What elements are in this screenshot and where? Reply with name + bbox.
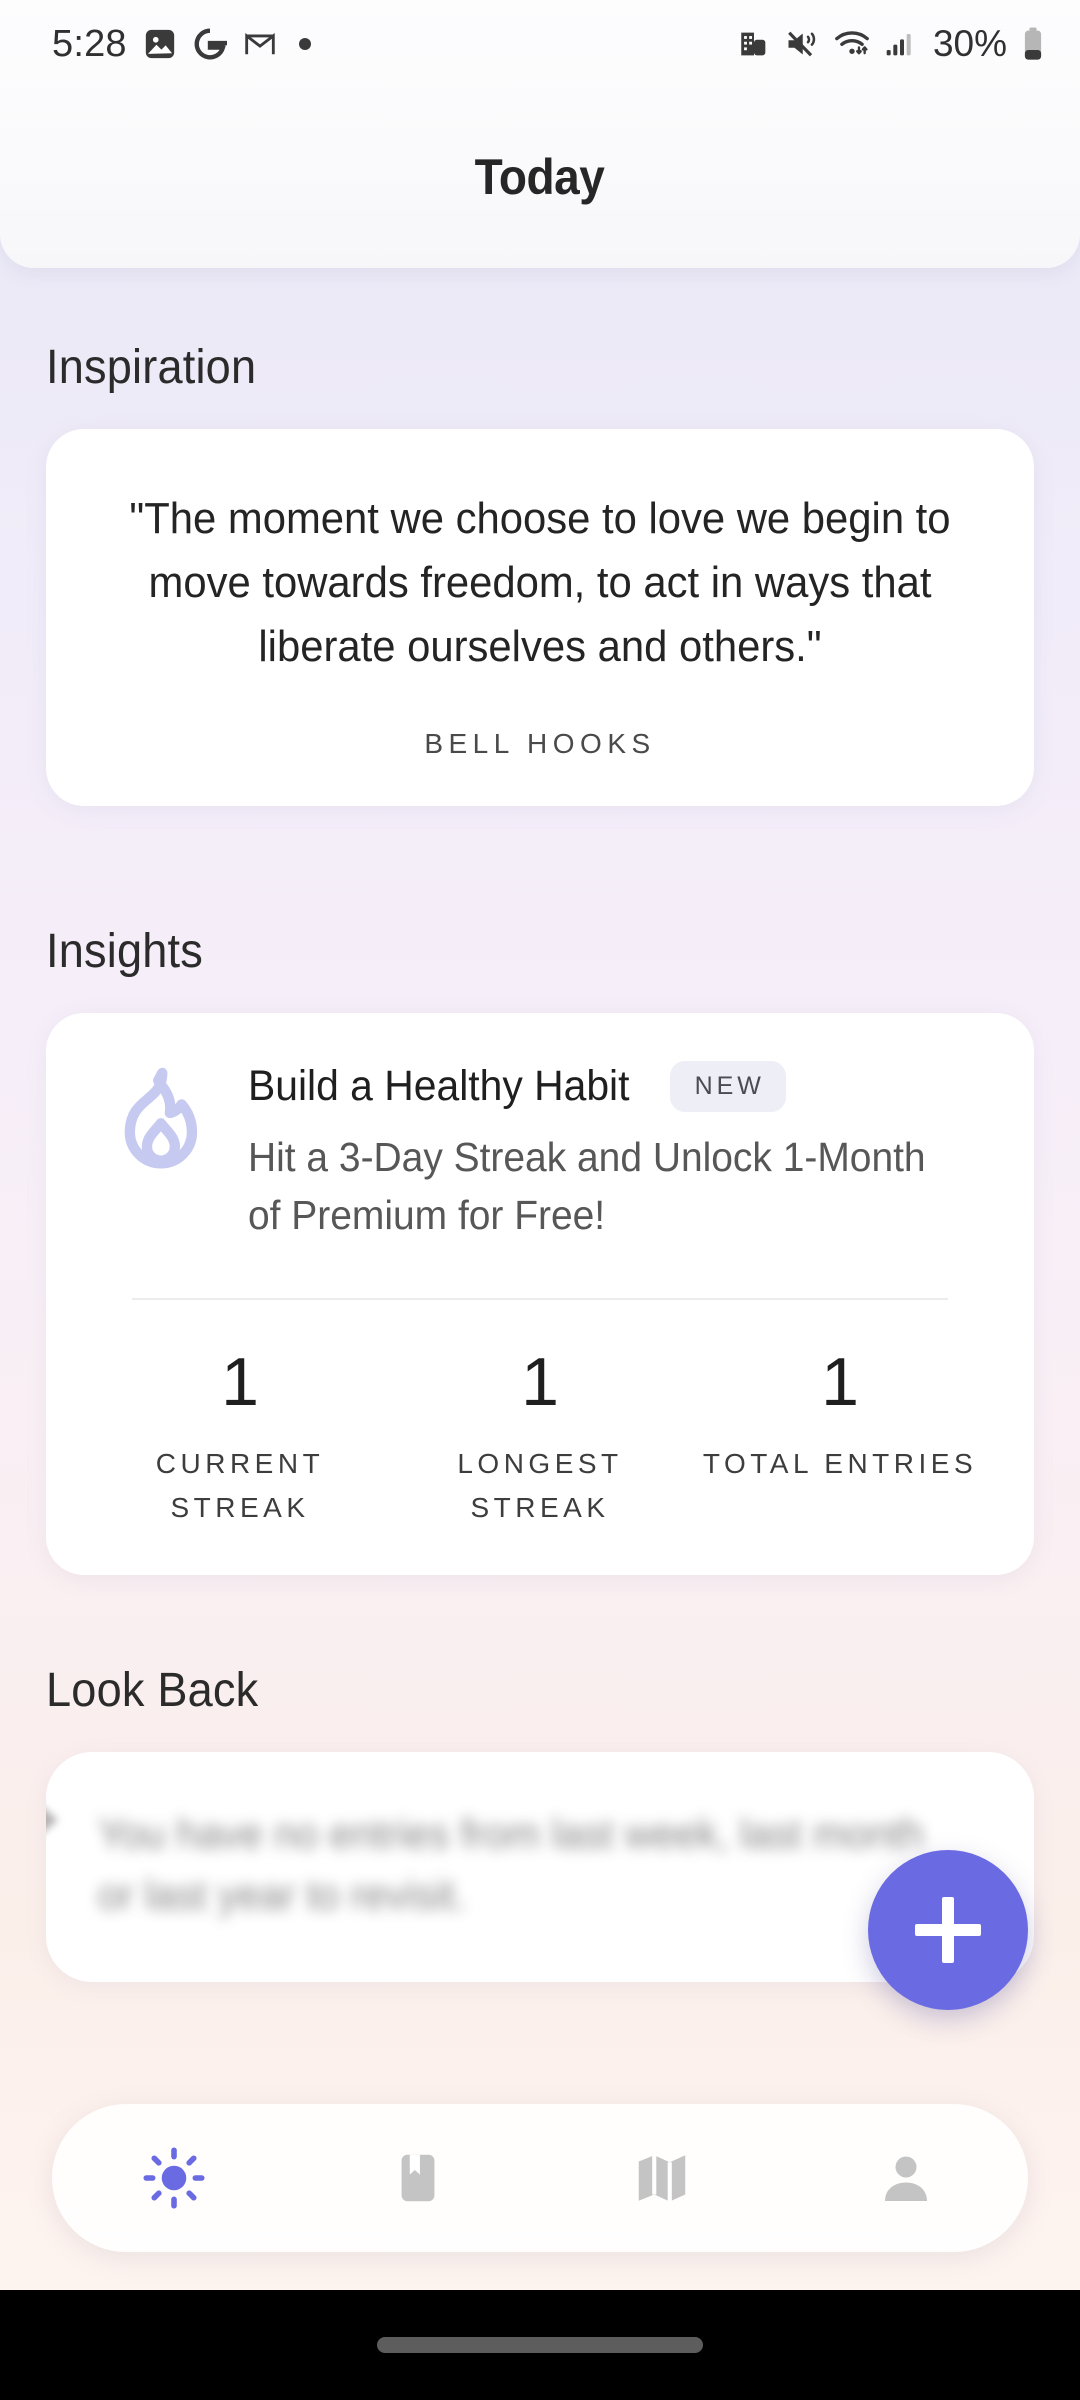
new-badge: NEW — [669, 1060, 786, 1112]
phone-screen: 5:28 30% Today Inspiration "The moment w… — [0, 0, 1080, 2400]
stat-current-streak: 1 CURRENT STREAK — [90, 1348, 390, 1529]
page-title: Today — [475, 149, 605, 205]
insights-title: Build a Healthy Habit — [248, 1061, 630, 1110]
add-entry-fab[interactable] — [868, 1850, 1028, 2010]
stat-value: 1 — [221, 1344, 259, 1421]
stat-longest-streak: 1 LONGEST STREAK — [390, 1348, 690, 1529]
stat-label: TOTAL ENTRIES — [702, 1448, 978, 1480]
insights-title-row: Build a Healthy Habit NEW — [248, 1060, 990, 1112]
stat-label: LONGEST STREAK — [457, 1448, 623, 1523]
inspiration-section-title: Inspiration — [46, 341, 257, 394]
google-icon — [194, 28, 227, 60]
work-profile-icon — [741, 32, 766, 56]
quote-text: "The moment we choose to love we begin t… — [129, 494, 951, 672]
photos-icon — [145, 29, 174, 59]
stat-total-entries: 1 TOTAL ENTRIES — [690, 1348, 990, 1529]
flame-icon — [90, 1059, 214, 1190]
section-insights: Insights Build a Healthy Habit NEW Hit a… — [0, 806, 1080, 1575]
insights-subtitle: Hit a 3-Day Streak and Unlock 1-Month of… — [248, 1133, 926, 1238]
plus-icon-vertical — [942, 1897, 954, 1963]
system-gesture-bar — [0, 2290, 1080, 2400]
nav-item-map[interactable] — [540, 2104, 784, 2252]
gmail-icon — [245, 33, 275, 55]
cellular-signal-icon — [886, 34, 911, 56]
person-icon — [885, 2156, 927, 2201]
lookback-section-title: Look Back — [46, 1663, 259, 1717]
bottom-navigation-bar — [52, 2104, 1028, 2252]
section-inspiration: Inspiration "The moment we choose to lov… — [0, 268, 1080, 806]
insights-card-texts: Build a Healthy Habit NEW Hit a 3-Day St… — [248, 1059, 990, 1244]
status-bar-left: 5:28 — [52, 23, 311, 66]
lookback-empty-text: You have no entries from last week, last… — [98, 1809, 924, 1918]
journal-bookmark-icon — [401, 2154, 435, 2202]
chevron-left-icon — [46, 1797, 58, 1842]
vibrate-mute-icon — [788, 31, 816, 57]
insights-card-header: Build a Healthy Habit NEW Hit a 3-Day St… — [90, 1059, 990, 1244]
streak-stats: 1 CURRENT STREAK 1 LONGEST STREAK 1 TOTA… — [90, 1348, 990, 1529]
status-bar: 5:28 30% — [0, 0, 1080, 88]
battery-icon — [1024, 27, 1042, 60]
battery-percent-label: 30% — [932, 23, 1007, 64]
stat-value: 1 — [821, 1344, 859, 1421]
status-bar-clock: 5:28 — [52, 22, 127, 65]
status-bar-right: 30% — [737, 23, 1046, 65]
home-gesture-pill[interactable] — [377, 2337, 703, 2353]
stat-value: 1 — [521, 1344, 559, 1421]
insights-card[interactable]: Build a Healthy Habit NEW Hit a 3-Day St… — [46, 1012, 1034, 1575]
nav-item-journal[interactable] — [296, 2104, 540, 2252]
nav-item-profile[interactable] — [784, 2104, 1028, 2252]
sun-icon — [143, 2147, 205, 2209]
insights-section-title: Insights — [46, 924, 204, 978]
quote-author: BELL HOOKS — [424, 727, 656, 759]
wifi-icon — [835, 31, 869, 55]
notification-dot-icon — [298, 38, 311, 50]
quote-card[interactable]: "The moment we choose to love we begin t… — [46, 429, 1034, 806]
stat-label: CURRENT STREAK — [155, 1448, 325, 1523]
insights-divider — [132, 1298, 948, 1301]
map-icon — [638, 2155, 686, 2202]
nav-item-today[interactable] — [52, 2104, 296, 2252]
